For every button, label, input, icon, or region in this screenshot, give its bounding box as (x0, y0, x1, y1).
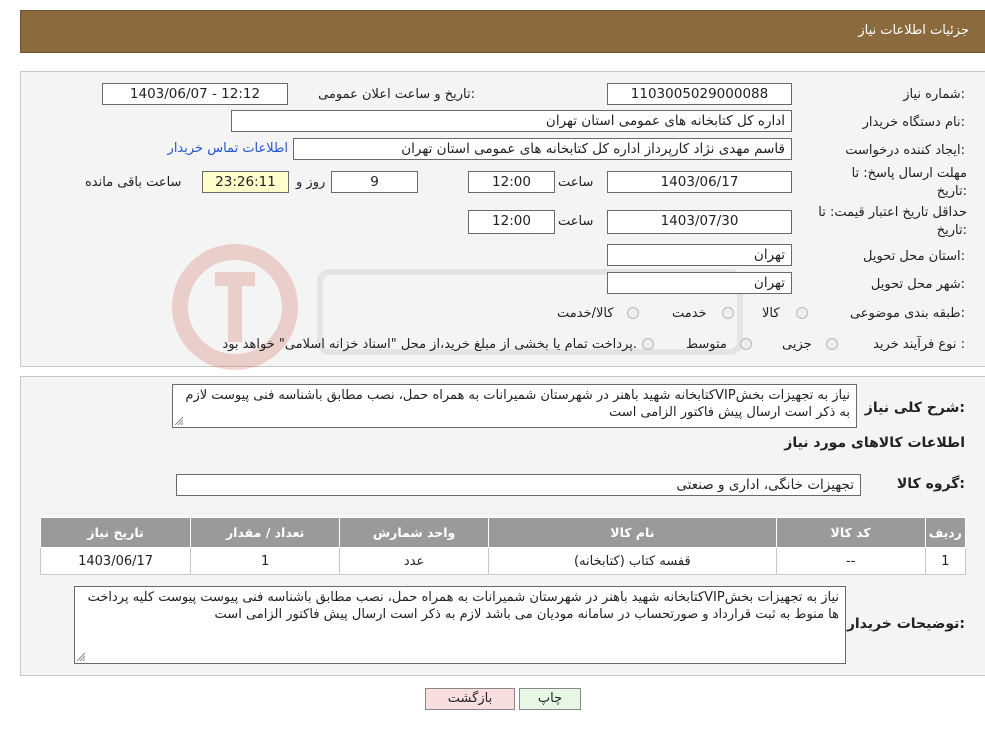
print-button[interactable]: چاپ (519, 688, 581, 710)
buyer-notes-label: توضیحات خریدار: (846, 616, 965, 632)
category-radio-service[interactable] (722, 307, 734, 319)
process-radio-minor[interactable] (826, 338, 838, 350)
process-radio-medium[interactable] (740, 338, 752, 350)
table-row: 1 -- قفسه کتاب (کتابخانه) عدد 1 1403/06/… (39, 547, 967, 575)
cell-name: قفسه کتاب (کتابخانه) (488, 547, 777, 575)
column-header-name: نام کالا (488, 517, 777, 548)
resize-grip-icon[interactable] (77, 653, 85, 661)
cell-quantity: 1 (190, 547, 341, 575)
validity-time-field: 12:00 (468, 210, 555, 234)
days-remaining-field: 9 (331, 171, 418, 193)
column-header-need-date: تاریخ نیاز (39, 517, 192, 548)
days-label: روز و (296, 175, 326, 190)
remaining-time-label: ساعت باقی مانده (85, 175, 182, 190)
column-header-quantity: تعداد / مقدار (190, 517, 341, 548)
creator-field: قاسم مهدی نژاد کارپرداز اداره کل کتابخان… (293, 138, 792, 160)
buyer-notes-textarea[interactable]: نیاز به تجهیزات بخشVIPکتابخانه شهید باهن… (74, 586, 846, 664)
need-number-label: شماره نیاز: (903, 87, 965, 102)
remaining-time-field: 23:26:11 (202, 171, 289, 193)
announce-date-field: 1403/06/07 - 12:12 (102, 83, 288, 105)
column-header-code: کد کالا (775, 517, 926, 548)
validity-date-field: 1403/07/30 (607, 210, 792, 234)
buyer-notes-text: نیاز به تجهیزات بخشVIPکتابخانه شهید باهن… (87, 590, 839, 622)
creator-label: ایجاد کننده درخواست: (845, 143, 965, 158)
process-option-medium: متوسط (686, 337, 727, 352)
category-option-goods-service: کالا/خدمت (557, 306, 614, 321)
description-text: نیاز به تجهیزات بخشVIPکتابخانه شهید باهن… (185, 388, 850, 420)
description-label: شرح کلی نیاز: (864, 400, 965, 416)
treasury-payment-note: پرداخت تمام یا بخشی از مبلغ خرید،از محل … (222, 337, 637, 352)
cell-row: 1 (924, 547, 967, 575)
province-field: تهران (607, 244, 792, 266)
description-textarea[interactable]: نیاز به تجهیزات بخشVIPکتابخانه شهید باهن… (172, 384, 857, 428)
category-label: طبقه بندی موضوعی: (849, 306, 965, 321)
deadline-label: مهلت ارسال پاسخ: تا تاریخ: (851, 166, 967, 199)
buyer-org-field: اداره کل کتابخانه های عمومی استان تهران (231, 110, 792, 132)
category-option-service: خدمت (672, 306, 707, 321)
cell-code: -- (775, 547, 926, 575)
resize-grip-icon[interactable] (175, 417, 183, 425)
buyer-org-label: نام دستگاه خریدار: (862, 115, 965, 130)
process-type-label: نوع فرآیند خرید : (873, 337, 965, 352)
validity-time-label: ساعت (558, 214, 594, 229)
back-button[interactable]: بازگشت (425, 688, 515, 710)
announce-date-label: تاریخ و ساعت اعلان عمومی: (318, 87, 475, 102)
cell-unit: عدد (339, 547, 490, 575)
province-label: استان محل تحویل: (863, 249, 965, 264)
deadline-time-label: ساعت (558, 175, 594, 190)
treasury-checkbox[interactable] (642, 338, 654, 350)
city-label: شهر محل تحویل: (870, 277, 965, 292)
category-option-goods: کالا (762, 306, 780, 321)
goods-table: ردیف کد کالا نام کالا واحد شمارش تعداد /… (39, 517, 967, 575)
city-field: تهران (607, 272, 792, 294)
goods-group-field: تجهیزات خانگی، اداری و صنعتی (176, 474, 861, 496)
process-option-minor: جزیی (782, 337, 812, 352)
cell-need-date: 1403/06/17 (39, 547, 192, 575)
category-radio-goods-service[interactable] (627, 307, 639, 319)
validity-label: حداقل تاریخ اعتبار قیمت: تا تاریخ: (818, 205, 967, 238)
category-radio-goods[interactable] (796, 307, 808, 319)
deadline-date-field: 1403/06/17 (607, 171, 792, 193)
goods-section-title: اطلاعات کالاهای مورد نیاز (784, 435, 965, 451)
column-header-unit: واحد شمارش (339, 517, 490, 548)
goods-group-label: گروه کالا: (896, 476, 965, 492)
goods-table-header: ردیف کد کالا نام کالا واحد شمارش تعداد /… (39, 517, 967, 548)
deadline-time-field: 12:00 (468, 171, 555, 193)
column-header-row: ردیف (924, 517, 967, 548)
need-number-field: 1103005029000088 (607, 83, 792, 105)
page-header: جزئیات اطلاعات نیاز (20, 10, 985, 53)
page-title: جزئیات اطلاعات نیاز (858, 23, 969, 38)
buyer-contact-link[interactable]: اطلاعات تماس خریدار (168, 141, 288, 156)
